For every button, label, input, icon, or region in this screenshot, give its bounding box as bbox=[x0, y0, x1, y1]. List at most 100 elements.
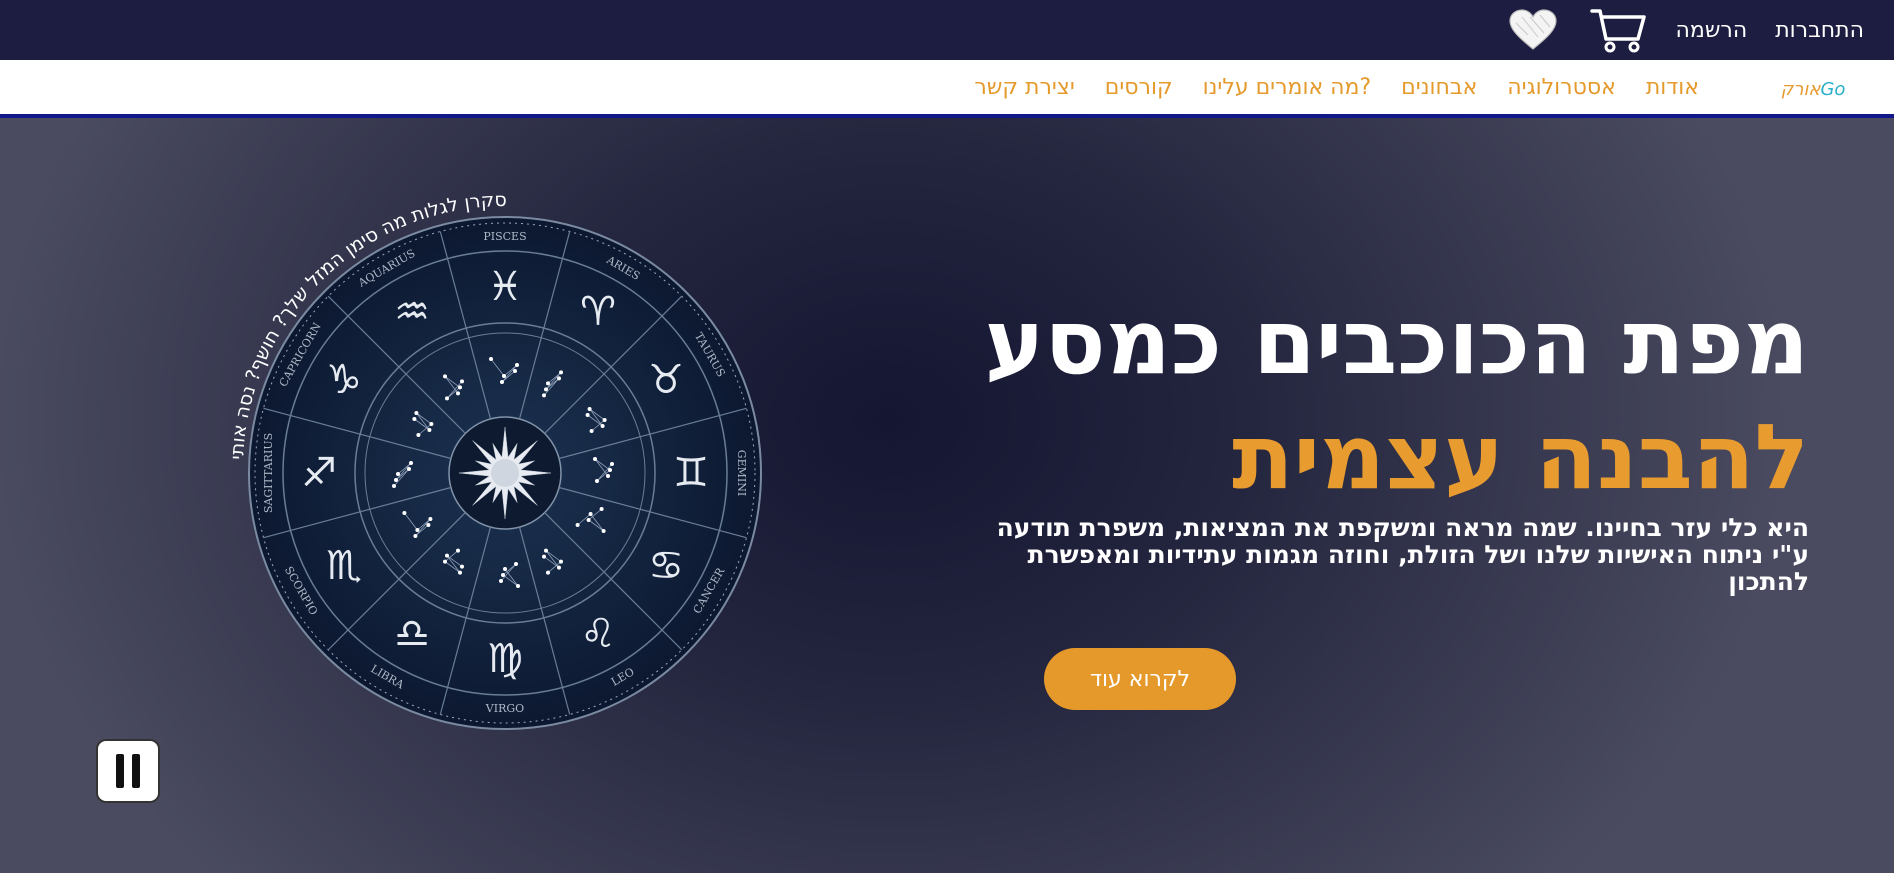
constellation-star bbox=[392, 484, 396, 488]
constellation-star bbox=[429, 422, 434, 426]
wheel-sign-name-gemini: GEMINI bbox=[735, 450, 748, 496]
constellation-star bbox=[402, 511, 407, 515]
constellation-star bbox=[600, 424, 605, 428]
constellation-star bbox=[516, 584, 520, 588]
constellation-star bbox=[445, 396, 449, 401]
capricorn-glyph-icon: ♑ bbox=[326, 357, 362, 403]
constellation-star bbox=[426, 523, 431, 527]
constellation-star bbox=[415, 528, 420, 532]
virgo-glyph-icon: ♍ bbox=[487, 636, 523, 682]
read-more-button[interactable]: לקרוא עוד bbox=[1044, 648, 1236, 710]
nav-item-astrology[interactable]: אסטרולוגיה bbox=[1507, 75, 1616, 100]
constellation-star bbox=[559, 370, 563, 375]
constellation-star bbox=[413, 534, 418, 538]
constellation-star bbox=[557, 565, 561, 570]
nav-item-testimonials[interactable]: מה אומרים עלינו? bbox=[1203, 75, 1372, 100]
constellation-star bbox=[575, 523, 580, 527]
constellation-star bbox=[585, 413, 590, 417]
constellation-star bbox=[412, 417, 417, 421]
constellation-star bbox=[557, 376, 561, 381]
constellation-star bbox=[460, 564, 464, 569]
aries-glyph-icon: ♈ bbox=[580, 289, 616, 335]
pause-button[interactable] bbox=[98, 741, 158, 801]
sagittarius-glyph-icon: ♐ bbox=[301, 450, 337, 496]
constellation-star bbox=[456, 548, 460, 553]
libra-glyph-icon: ♎ bbox=[394, 611, 430, 657]
constellation-star bbox=[396, 472, 400, 476]
login-link[interactable]: התחברות bbox=[1775, 18, 1864, 43]
constellation-star bbox=[595, 479, 599, 483]
heart-icon[interactable] bbox=[1508, 9, 1558, 51]
nav-item-diagnoses[interactable]: אבחונים bbox=[1401, 75, 1477, 100]
constellation-star bbox=[501, 573, 505, 577]
constellation-star bbox=[499, 579, 503, 583]
constellation-star bbox=[559, 559, 563, 564]
taurus-glyph-icon: ♉ bbox=[648, 357, 684, 403]
constellation-star bbox=[610, 462, 614, 466]
hero-section: מפת הכוכבים כמסע להבנה עצמית היא כלי עזר… bbox=[0, 118, 1894, 873]
cart-icon[interactable] bbox=[1589, 7, 1648, 53]
constellation-star bbox=[608, 468, 612, 472]
wheel-sign-name-sagittarius: SAGITTARIUS bbox=[262, 433, 275, 513]
constellation-star bbox=[458, 570, 462, 575]
constellation-star bbox=[589, 429, 594, 433]
hero-title-line1: מפת הכוכבים כמסע bbox=[984, 290, 1809, 395]
constellation-star bbox=[586, 518, 591, 522]
constellation-star bbox=[544, 548, 548, 553]
constellation-star bbox=[428, 517, 433, 521]
scorpio-glyph-icon: ♏ bbox=[326, 543, 362, 589]
nav-menu: אודות אסטרולוגיה אבחונים מה אומרים עלינו… bbox=[974, 60, 1699, 114]
constellation-star bbox=[456, 391, 460, 396]
constellation-star bbox=[601, 529, 606, 533]
sun-icon bbox=[458, 426, 552, 520]
constellation-star bbox=[489, 357, 493, 361]
nav-item-courses[interactable]: קורסים bbox=[1105, 75, 1173, 100]
constellation-star bbox=[588, 512, 593, 516]
cancer-glyph-icon: ♋ bbox=[648, 543, 684, 589]
constellation-star bbox=[443, 559, 447, 564]
pause-icon bbox=[112, 754, 144, 788]
hero-description: היא כלי עזר בחיינו. שמה מראה ומשקפת את ה… bbox=[996, 513, 1809, 596]
constellation-star bbox=[460, 379, 464, 384]
constellation-star bbox=[544, 387, 548, 392]
logo-text-go: Go bbox=[1820, 78, 1846, 100]
constellation-star bbox=[542, 554, 546, 559]
constellation-star bbox=[599, 507, 604, 511]
nav-item-about[interactable]: אודות bbox=[1646, 75, 1699, 100]
zodiac-wheel-graphic[interactable]: PISCESARIESTAURUSGEMINICANCERLEOVIRGOLIB… bbox=[225, 183, 785, 743]
hero-title-line2: להבנה עצמית bbox=[1232, 405, 1809, 510]
constellation-star bbox=[414, 411, 419, 415]
constellation-star bbox=[458, 385, 462, 390]
nav-item-contact[interactable]: יצירת קשר bbox=[974, 75, 1074, 100]
pisces-glyph-icon: ♓ bbox=[487, 264, 523, 310]
constellation-star bbox=[427, 428, 432, 432]
constellation-star bbox=[503, 567, 507, 571]
constellation-star bbox=[602, 418, 607, 422]
constellation-star bbox=[394, 478, 398, 482]
constellation-star bbox=[443, 374, 447, 379]
constellation-star bbox=[500, 380, 504, 384]
constellation-star bbox=[606, 474, 610, 478]
constellation-star bbox=[445, 553, 449, 558]
constellation-star bbox=[542, 393, 546, 398]
constellation-star bbox=[593, 457, 597, 461]
constellation-star bbox=[587, 407, 592, 411]
constellation-star bbox=[515, 363, 519, 367]
constellation-star bbox=[513, 369, 517, 373]
wheel-sign-name-virgo: VIRGO bbox=[485, 702, 524, 715]
main-navbar: אורק Go אודות אסטרולוגיה אבחונים מה אומר… bbox=[0, 60, 1894, 118]
leo-glyph-icon: ♌ bbox=[580, 611, 616, 657]
gemini-glyph-icon: ♊ bbox=[673, 450, 709, 496]
site-logo[interactable]: אורק Go bbox=[1772, 68, 1854, 110]
wheel-sign-name-pisces: PISCES bbox=[483, 230, 526, 243]
constellation-star bbox=[546, 381, 550, 386]
constellation-star bbox=[514, 562, 518, 566]
register-link[interactable]: הרשמה bbox=[1676, 18, 1748, 43]
constellation-star bbox=[407, 467, 411, 471]
top-bar: התחברות הרשמה bbox=[0, 0, 1894, 60]
constellation-star bbox=[546, 570, 550, 575]
constellation-star bbox=[416, 433, 421, 437]
logo-text-hebrew: אורק bbox=[1780, 78, 1821, 100]
zodiac-wheel[interactable]: PISCES ARIES TAURUS GEMINI CANCER LEO VIRGO LIB… bbox=[225, 183, 785, 743]
constellation-star bbox=[502, 374, 506, 378]
